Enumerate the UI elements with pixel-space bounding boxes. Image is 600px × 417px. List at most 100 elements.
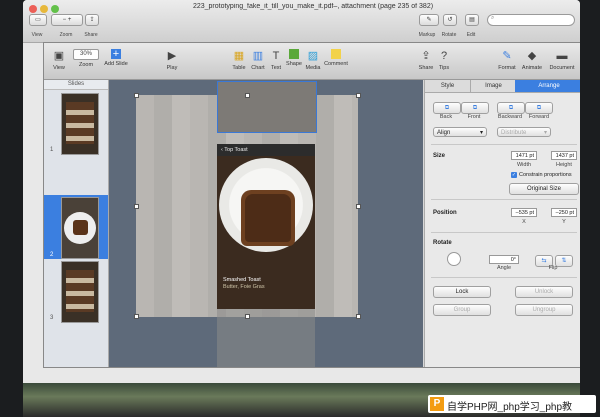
resize-handle[interactable] [356, 93, 361, 98]
chart-icon: ▥ [252, 50, 264, 62]
minimize-icon[interactable] [40, 5, 48, 13]
play-tool[interactable]: ▶ Play [162, 45, 182, 71]
format-brush-icon: ✎ [502, 50, 512, 62]
tab-style[interactable]: Style [425, 80, 470, 93]
watermark-banner: P 自学PHP网_php学习_php教 [428, 395, 596, 413]
send-back-icon: ⧉ [444, 105, 450, 111]
share-tool[interactable]: ⇪ Share [417, 45, 435, 71]
chevron-down-icon: ▾ [543, 130, 547, 136]
markup-button[interactable]: ✎ [419, 14, 439, 26]
inspector-panel: Style Image Arrange ⧉ ⧉ ⧉ ⧉ Back Front B… [424, 80, 580, 367]
slides-header: Slides [44, 80, 108, 90]
view-button[interactable]: ▭ [29, 14, 47, 26]
back-button[interactable]: ⧉ [433, 102, 461, 114]
tab-arrange[interactable]: Arrange [515, 80, 580, 93]
resize-handle[interactable] [356, 204, 361, 209]
resize-handle[interactable] [134, 204, 139, 209]
width-label: Width [516, 162, 532, 168]
chart-tool[interactable]: ▥ Chart [249, 45, 267, 71]
rotate-button[interactable]: ↺ [443, 14, 457, 26]
divider [431, 277, 577, 278]
resize-handle[interactable] [245, 93, 250, 98]
keynote-toolbar: ▣ View 30% Zoom + Add Slide ▶ Play ▦ Table ▥… [44, 43, 580, 80]
slide-thumbnail-1[interactable] [61, 93, 99, 155]
zoom-buttons[interactable]: − + [51, 14, 83, 26]
slide-thumbnail-3[interactable] [61, 261, 99, 323]
unlock-button[interactable]: Unlock [515, 286, 573, 298]
window-title: 223_prototyping_fake_it_till_you_make_it… [192, 3, 434, 10]
view-label: View [31, 32, 43, 38]
flip-label: Flip [548, 265, 558, 271]
media-icon: ▨ [307, 50, 319, 62]
backward-button[interactable]: ⧉ [497, 102, 525, 114]
text-tool[interactable]: T Text [268, 45, 284, 71]
comment-icon [331, 49, 341, 59]
slide-thumbnail-2[interactable] [61, 197, 99, 259]
comment-tool[interactable]: Comment [324, 45, 348, 67]
format-label: Format [498, 65, 516, 71]
image-selection-top[interactable] [217, 81, 317, 133]
table-tool[interactable]: ▦ Table [230, 45, 248, 71]
caption-subtitle: Butter, Foie Gras [223, 284, 265, 290]
height-field[interactable]: 1437 pt [551, 151, 577, 160]
add-slide-tool[interactable]: + Add Slide [102, 45, 130, 68]
constrain-checkbox[interactable]: ✓ [511, 172, 517, 178]
x-field[interactable]: –535 pt [511, 208, 537, 217]
media-tool[interactable]: ▨ Media [304, 45, 322, 71]
angle-label: Angle [496, 265, 512, 271]
tips-tool[interactable]: ? Tips [436, 45, 452, 71]
forward-label: Forward [528, 114, 550, 120]
align-value: Align [437, 130, 451, 136]
edit-button[interactable]: ▤ [465, 14, 479, 26]
view-icon: ▣ [53, 50, 65, 62]
size-label: Size [433, 153, 446, 159]
chart-label: Chart [251, 65, 265, 71]
width-field[interactable]: 1471 pt [511, 151, 537, 160]
add-slide-label: Add Slide [104, 61, 128, 67]
distribute-value: Distribute [501, 130, 527, 136]
resize-handle[interactable] [245, 314, 250, 319]
preview-window: 223_prototyping_fake_it_till_you_make_it… [23, 0, 580, 383]
shape-tool[interactable]: Shape [285, 45, 303, 67]
keynote-window: ▣ View 30% Zoom + Add Slide ▶ Play ▦ Table ▥… [43, 42, 580, 368]
watermark-logo-icon: P [430, 397, 444, 411]
tab-image[interactable]: Image [470, 80, 516, 93]
resize-handle[interactable] [134, 93, 139, 98]
toast-image [241, 190, 295, 246]
zoom-tool[interactable]: 30% Zoom [72, 45, 100, 68]
resize-handle[interactable] [134, 314, 139, 319]
forward-button[interactable]: ⧉ [525, 102, 553, 114]
thumbnail-image [66, 102, 94, 144]
view-tool[interactable]: ▣ View [48, 45, 70, 71]
slide-canvas[interactable]: ‹ Top Toast Smashed Toast Butter, Foie G… [109, 80, 423, 367]
shape-icon [289, 49, 299, 59]
share-button[interactable]: ⇪ [85, 14, 99, 26]
zoom-select[interactable]: 30% [73, 49, 99, 60]
image-overflow-bottom [217, 309, 315, 367]
format-tool[interactable]: ✎ Format [496, 45, 518, 71]
zoom-window-icon[interactable] [51, 5, 59, 13]
lock-button[interactable]: Lock [433, 286, 491, 298]
zoom-label: Zoom [59, 32, 73, 38]
original-size-button[interactable]: Original Size [509, 183, 579, 195]
search-input[interactable]: ⌕ [487, 14, 575, 26]
align-dropdown[interactable]: Align ▾ [433, 127, 487, 137]
zoom-tool-label: Zoom [78, 62, 94, 68]
add-slide-icon: + [111, 48, 121, 60]
ungroup-button[interactable]: Ungroup [515, 304, 573, 316]
front-button[interactable]: ⧉ [461, 102, 489, 114]
phone-screen-image[interactable]: ‹ Top Toast Smashed Toast Butter, Foie G… [217, 144, 315, 309]
view-tool-label: View [53, 65, 65, 71]
divider [431, 144, 577, 145]
distribute-dropdown[interactable]: Distribute ▾ [497, 127, 551, 137]
angle-field[interactable]: 0° [489, 255, 519, 264]
media-label: Media [305, 65, 321, 71]
preview-titlebar: 223_prototyping_fake_it_till_you_make_it… [23, 0, 580, 43]
y-field[interactable]: –250 pt [551, 208, 577, 217]
rotate-knob[interactable] [447, 252, 461, 266]
close-icon[interactable] [29, 5, 37, 13]
resize-handle[interactable] [356, 314, 361, 319]
animate-tool[interactable]: ◆ Animate [520, 45, 544, 71]
group-button[interactable]: Group [433, 304, 491, 316]
document-tool[interactable]: ▬ Document [547, 45, 577, 71]
